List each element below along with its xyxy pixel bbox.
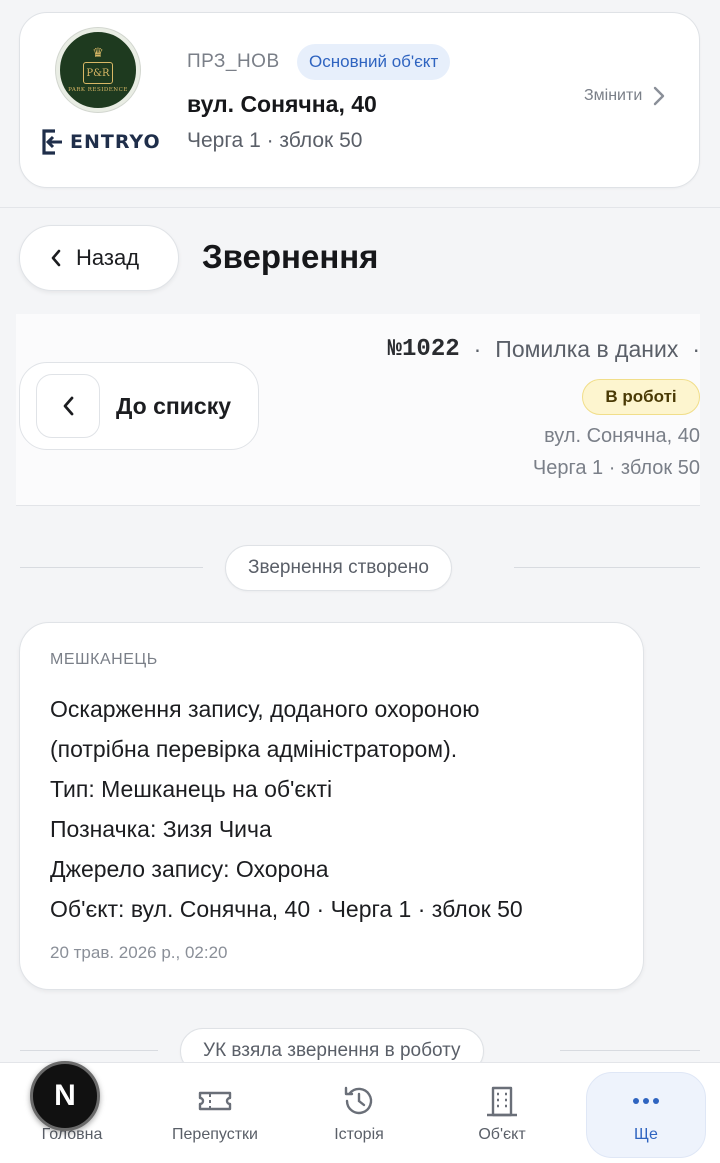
message-line: Об'єкт: вул. Сонячна, 40 · Черга 1 · збл… <box>50 896 523 922</box>
nav-label: Ще <box>634 1125 658 1143</box>
park-residence-logo: ♛ P&R PARK RESIDENCE <box>56 28 140 112</box>
divider <box>560 1050 700 1051</box>
nav-label: Перепустки <box>172 1125 258 1143</box>
message-author: МЕШКАНЕЦЬ <box>50 651 158 668</box>
to-list-button[interactable]: До списку <box>19 362 259 450</box>
nav-label: Об'єкт <box>478 1125 526 1143</box>
message-line: Тип: Мешканець на об'єкті <box>50 776 333 802</box>
main-object-badge: Основний об'єкт <box>297 44 451 80</box>
request-category: Помилка в даних <box>495 336 679 362</box>
back-button[interactable]: Назад <box>19 225 179 291</box>
back-label: Назад <box>76 245 140 270</box>
entryo-logo: ENTRYO <box>40 129 161 155</box>
message-line: (потрібна перевірка адміністратором). <box>50 736 458 762</box>
message-line: Оскарження запису, доданого охороною <box>50 696 480 722</box>
request-queue: Черга 1 · зблок 50 <box>532 457 700 479</box>
object-code: ПРЗ_НОВ <box>187 51 280 72</box>
chevron-right-icon <box>654 86 665 106</box>
message-line: Позначка: Зизя Чича <box>50 816 272 842</box>
logo-caption: PARK RESIDENCE <box>68 87 128 93</box>
message-line: Джерело запису: Охорона <box>50 856 329 882</box>
message-time: 20 трав. 2026 р., 02:20 <box>50 943 228 962</box>
divider <box>20 567 203 568</box>
logo-monogram: P&R <box>83 62 113 84</box>
nav-label: Історія <box>334 1125 384 1143</box>
change-object-button[interactable]: Змінити <box>584 85 666 107</box>
history-icon <box>344 1086 373 1114</box>
brand-name: ENTRYO <box>70 131 161 153</box>
back-arrow-box <box>36 374 100 438</box>
message-card: МЕШКАНЕЦЬ Оскарження запису, доданого ох… <box>19 622 644 990</box>
event-created-chip: Звернення створено <box>225 545 452 591</box>
crown-icon: ♛ <box>92 46 104 61</box>
status-badge: В роботі <box>582 379 700 415</box>
object-address: вул. Сонячна, 40 <box>187 91 377 117</box>
object-card: ♛ P&R PARK RESIDENCE ENTRYO ПРЗ_НОВ Осно… <box>19 12 700 188</box>
trailing-separator: · <box>692 336 700 362</box>
to-list-label: До списку <box>116 392 232 419</box>
ticket-icon <box>198 1091 232 1110</box>
message-body: Оскарження запису, доданого охороною (по… <box>50 689 523 929</box>
nav-object[interactable]: Об'єкт <box>448 1063 556 1163</box>
request-address: вул. Сонячна, 40 <box>544 425 700 447</box>
change-label: Змінити <box>584 87 643 104</box>
object-queue: Черга 1 · зблок 50 <box>187 129 363 152</box>
chevron-left-icon <box>51 249 61 267</box>
page-title: Звернення <box>202 238 379 275</box>
divider <box>514 567 700 568</box>
building-icon <box>487 1086 517 1116</box>
chevron-left-icon <box>63 396 73 416</box>
divider <box>20 1050 158 1051</box>
more-icon <box>633 1097 659 1104</box>
nav-passes[interactable]: Перепустки <box>155 1063 275 1163</box>
bottom-navigation: Головна Перепустки Історія Об'єкт Ще <box>0 1062 720 1163</box>
separator: · <box>473 336 482 362</box>
object-header: ♛ P&R PARK RESIDENCE ENTRYO ПРЗ_НОВ Осно… <box>0 0 720 208</box>
request-number: №1022 <box>387 336 460 363</box>
nav-history[interactable]: Історія <box>305 1063 413 1163</box>
nav-more[interactable]: Ще <box>586 1063 706 1163</box>
entryo-icon <box>42 129 62 155</box>
request-title-line: №1022 · Помилка в даних · <box>388 336 700 363</box>
dev-tools-badge[interactable]: N <box>30 1061 100 1131</box>
